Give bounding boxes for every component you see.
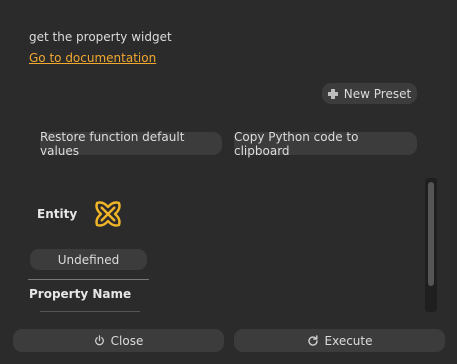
- restore-defaults-button[interactable]: Restore function default values: [40, 129, 222, 158]
- plus-icon: [327, 88, 338, 99]
- entity-knot-icon[interactable]: [92, 198, 124, 230]
- dialog-window: get the property widget Go to documentat…: [0, 0, 457, 364]
- copy-python-label: Copy Python code to clipboard: [234, 129, 359, 158]
- divider: [28, 279, 149, 280]
- scrollbar-thumb[interactable]: [428, 182, 434, 286]
- new-preset-button[interactable]: New Preset: [322, 83, 417, 104]
- parameters-scrollbar[interactable]: [425, 178, 437, 312]
- execute-label: Execute: [324, 333, 373, 348]
- entity-value: Undefined: [57, 252, 120, 267]
- close-button[interactable]: Close: [13, 329, 224, 352]
- power-icon: [94, 335, 105, 346]
- copy-python-button[interactable]: Copy Python code to clipboard: [234, 129, 417, 158]
- execute-button[interactable]: Execute: [234, 329, 445, 352]
- close-label: Close: [110, 333, 144, 348]
- restore-defaults-label: Restore function default values: [40, 129, 185, 158]
- new-preset-label: New Preset: [343, 86, 412, 101]
- refresh-icon: [307, 334, 319, 347]
- entity-select-button[interactable]: Undefined: [30, 249, 147, 270]
- property-name-input-underline[interactable]: [40, 311, 140, 312]
- function-description: get the property widget: [29, 30, 172, 44]
- documentation-link[interactable]: Go to documentation: [29, 51, 156, 65]
- property-name-label: Property Name: [29, 287, 132, 301]
- entity-label: Entity: [37, 207, 78, 221]
